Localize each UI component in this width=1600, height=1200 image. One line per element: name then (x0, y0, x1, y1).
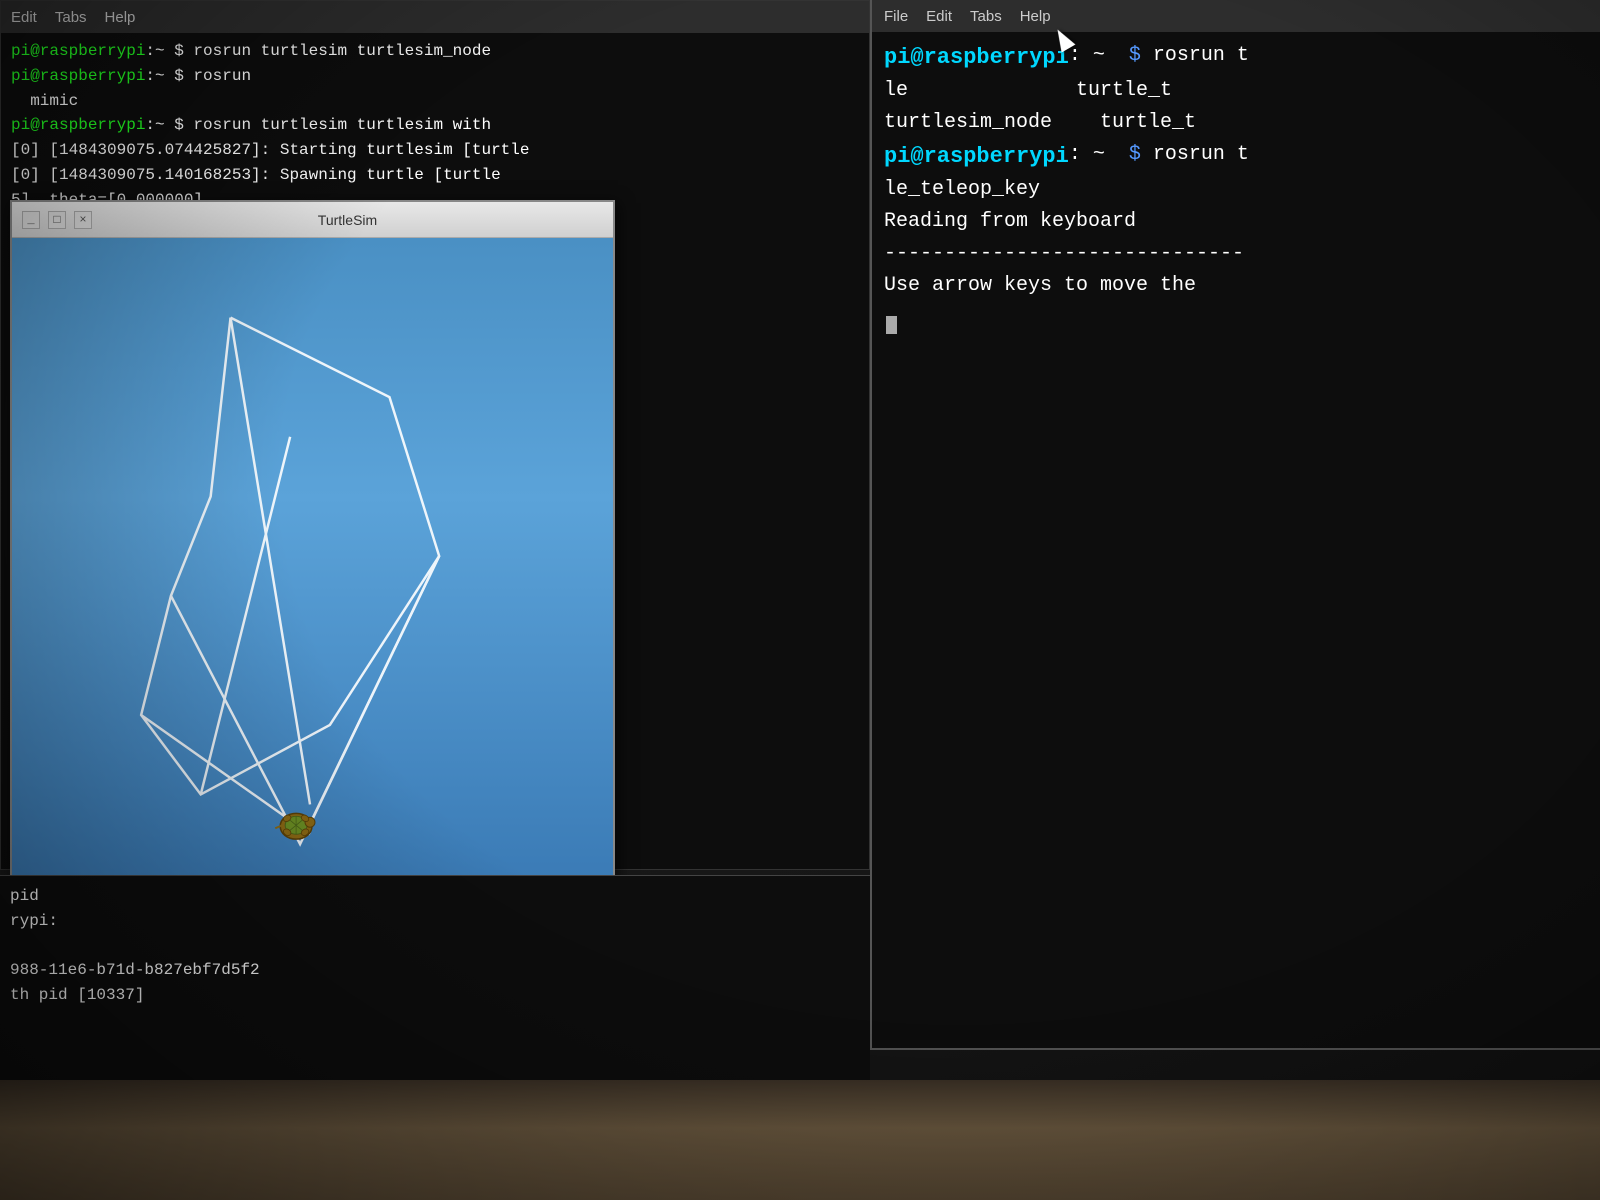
terminal-left-menubar: Edit Tabs Help (1, 1, 869, 33)
terminal-line: le_teleop_key (884, 174, 1588, 206)
terminal-line: 988-11e6-b71d-b827ebf7d5f2 (10, 958, 860, 983)
menu-tabs[interactable]: Tabs (55, 9, 87, 26)
desk-surface (0, 1080, 1600, 1200)
terminal-line: [0] [1484309075.140168253]: Spawning tur… (11, 163, 859, 188)
maximize-button[interactable]: □ (48, 211, 66, 229)
terminal-line: Reading from keyboard (884, 206, 1588, 238)
menu-file[interactable]: File (884, 8, 908, 25)
minimize-button[interactable]: _ (22, 211, 40, 229)
menu-edit[interactable]: Edit (926, 8, 952, 25)
terminal-divider: ------------------------------ (884, 238, 1588, 270)
prompt-user: pi@raspberrypi (11, 39, 145, 64)
terminal-line (10, 934, 860, 959)
prompt-user: pi@raspberrypi (11, 64, 145, 89)
terminal-line: rypi: (10, 909, 860, 934)
turtle-sprite (275, 813, 315, 839)
hostname: pi@raspberrypi (884, 40, 1069, 75)
terminal-line: pi@raspberrypi : ~ $ rosrun t (884, 40, 1588, 75)
turtle-path-svg (12, 238, 613, 888)
turtlesim-window[interactable]: _ □ × TurtleSim (10, 200, 615, 890)
menu-help[interactable]: Help (105, 9, 136, 26)
terminal-right-content: pi@raspberrypi : ~ $ rosrun t le turtle_… (872, 32, 1600, 342)
close-button[interactable]: × (74, 211, 92, 229)
menu-help[interactable]: Help (1020, 8, 1051, 25)
terminal-right[interactable]: File Edit Tabs Help pi@raspberrypi : ~ $… (870, 0, 1600, 1050)
turtlesim-title: TurtleSim (92, 212, 603, 228)
terminal-line: pi@raspberrypi : ~ $ rosrun t (884, 139, 1588, 174)
terminal-line: pi@raspberrypi :~ $ rosrun turtlesim tur… (11, 39, 859, 64)
terminal-line: mimic (11, 89, 859, 114)
hostname: pi@raspberrypi (884, 139, 1069, 174)
terminal-left-content: pi@raspberrypi :~ $ rosrun turtlesim tur… (1, 33, 869, 219)
terminal-right-menubar: File Edit Tabs Help (872, 0, 1600, 32)
menu-edit[interactable]: Edit (11, 9, 37, 26)
terminal-line: [0] [1484309075.074425827]: Starting tur… (11, 138, 859, 163)
terminal-line: th pid [10337] (10, 983, 860, 1008)
prompt-user: pi@raspberrypi (11, 113, 145, 138)
terminal-line: pi@raspberrypi :~ $ rosrun (11, 64, 859, 89)
menu-tabs[interactable]: Tabs (970, 8, 1002, 25)
terminal-cursor (886, 316, 897, 334)
terminal-line: le turtle_t (884, 75, 1588, 107)
turtlesim-titlebar: _ □ × TurtleSim (12, 202, 613, 238)
terminal-line: turtlesim_node turtle_t (884, 107, 1588, 139)
terminal-line: pi@raspberrypi :~ $ rosrun turtlesim tur… (11, 113, 859, 138)
terminal-line: Use arrow keys to move the (884, 270, 1588, 302)
window-controls[interactable]: _ □ × (22, 211, 92, 229)
terminal-line (884, 302, 1588, 334)
turtlesim-canvas (12, 238, 613, 888)
terminal-line: pid (10, 884, 860, 909)
